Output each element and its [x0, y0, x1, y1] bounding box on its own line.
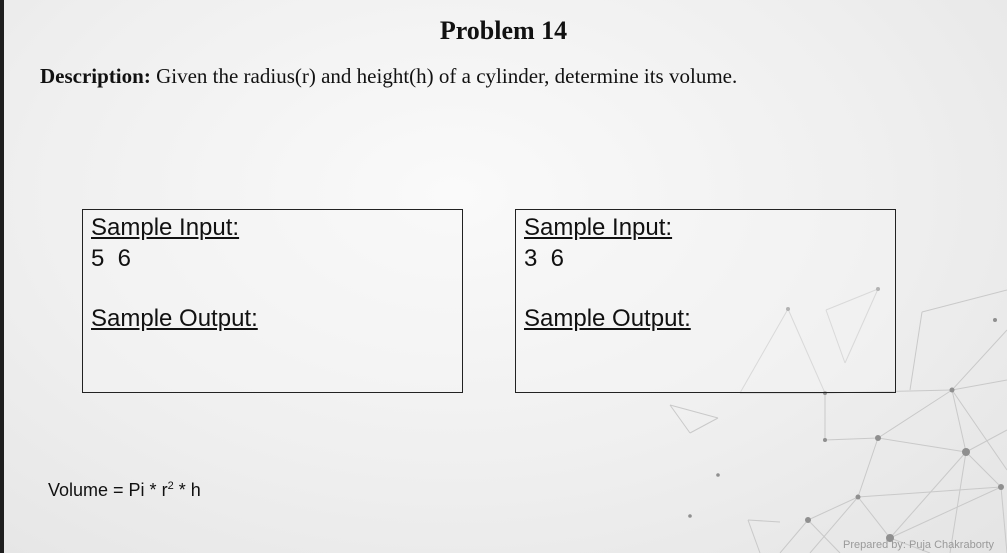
- sample-input-label: Sample Input:: [91, 214, 240, 241]
- sample-input-label: Sample Input:: [524, 214, 673, 241]
- description-label: Description:: [40, 64, 151, 88]
- author-credit: Prepared by: Puja Chakraborty: [843, 539, 995, 551]
- sample-box-2: Sample Input: 3 6 Sample Output:: [515, 209, 896, 393]
- page-title: Problem 14: [439, 16, 568, 45]
- formula-prefix: Volume = Pi * r: [48, 480, 168, 500]
- problem-description: Description: Given the radius(r) and hei…: [40, 64, 737, 89]
- sample-output-label: Sample Output:: [524, 305, 691, 332]
- sample-output-label: Sample Output:: [91, 305, 258, 332]
- sample-input-value: 3 6: [524, 245, 565, 272]
- formula-suffix: * h: [173, 480, 201, 500]
- sample-input-value: 5 6: [91, 245, 132, 272]
- sample-box-1: Sample Input: 5 6 Sample Output:: [82, 209, 463, 393]
- description-text: Given the radius(r) and height(h) of a c…: [150, 64, 738, 88]
- volume-formula: Volume = Pi * r2 * h: [48, 480, 201, 501]
